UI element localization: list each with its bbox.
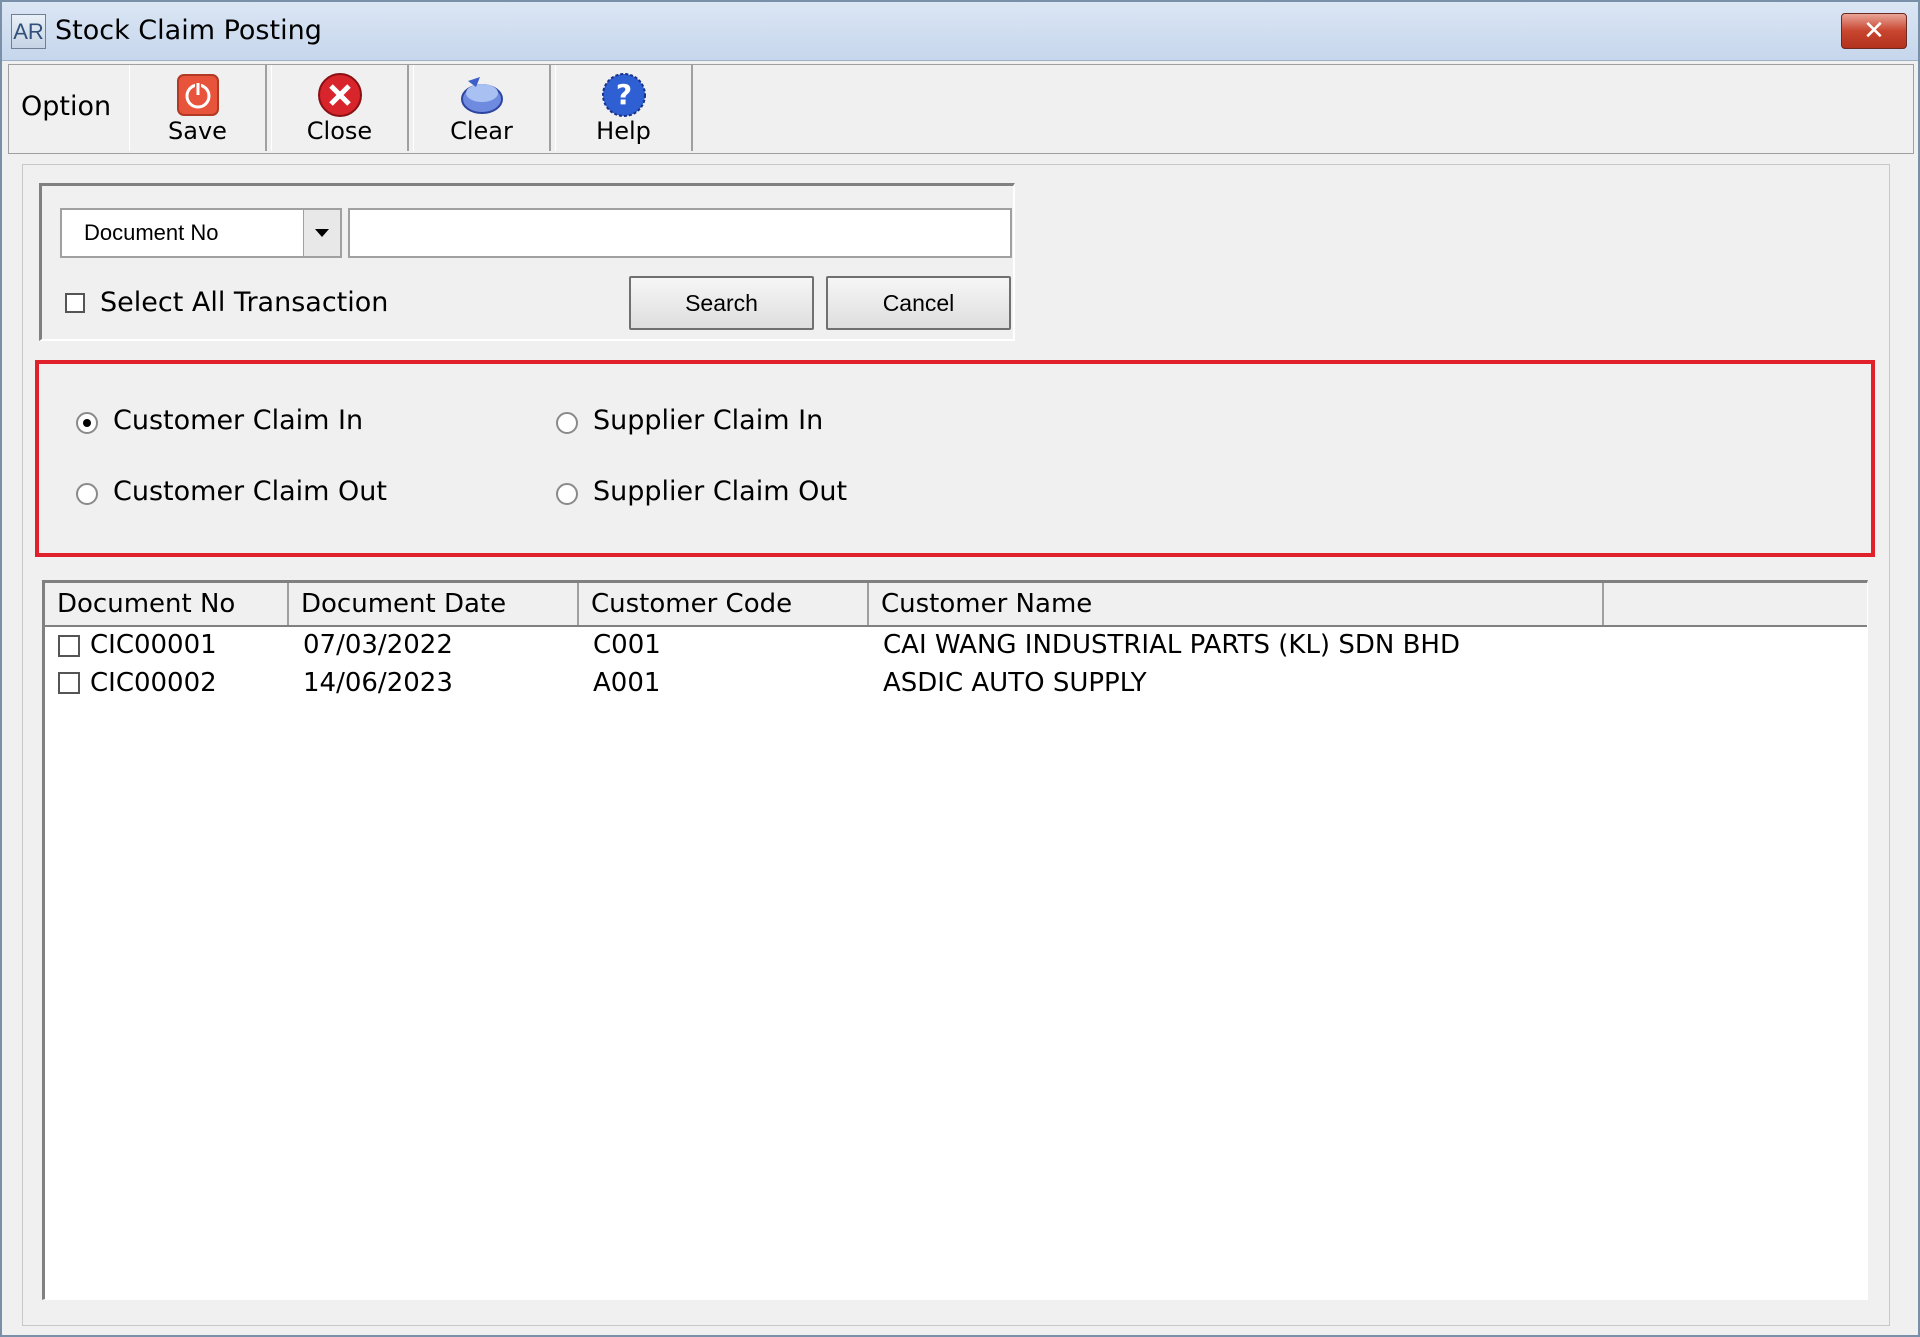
table-cell-customer-name[interactable]: ASDIC AUTO SUPPLY bbox=[883, 668, 1147, 698]
close-circle-icon bbox=[317, 73, 362, 117]
help-button-label: Help bbox=[596, 117, 651, 145]
save-button[interactable]: Save bbox=[129, 65, 267, 151]
row-checkbox[interactable] bbox=[58, 672, 80, 694]
clear-button-label: Clear bbox=[450, 117, 513, 145]
window-close-button[interactable]: ✕ bbox=[1841, 13, 1907, 49]
table-cell-customer-code[interactable]: A001 bbox=[593, 668, 660, 698]
claim-type-group bbox=[35, 360, 1875, 557]
radio-supplier-claim-in[interactable] bbox=[556, 412, 578, 434]
radio-supplier-claim-in-label: Supplier Claim In bbox=[593, 405, 824, 436]
svg-text:?: ? bbox=[615, 78, 631, 111]
save-button-label: Save bbox=[168, 117, 227, 145]
radio-supplier-claim-out-label: Supplier Claim Out bbox=[593, 476, 848, 507]
select-all-label: Select All Transaction bbox=[100, 287, 389, 318]
power-icon bbox=[176, 74, 219, 116]
column-header-customer-name[interactable]: Customer Name bbox=[869, 583, 1604, 625]
radio-customer-claim-in[interactable] bbox=[76, 412, 98, 434]
window-title: Stock Claim Posting bbox=[55, 15, 322, 46]
column-header-document-date[interactable]: Document Date bbox=[289, 583, 579, 625]
clear-icon bbox=[460, 77, 503, 114]
table-cell-document-date[interactable]: 07/03/2022 bbox=[303, 630, 453, 660]
table-cell-customer-code[interactable]: C001 bbox=[593, 630, 661, 660]
transaction-grid[interactable]: Document No Document Date Customer Code … bbox=[42, 580, 1868, 1300]
column-header-document-no[interactable]: Document No bbox=[45, 583, 289, 625]
table-cell-document-no[interactable]: CIC00002 bbox=[90, 668, 217, 698]
app-icon: AR bbox=[11, 14, 46, 49]
radio-customer-claim-out[interactable] bbox=[76, 483, 98, 505]
close-button[interactable]: Close bbox=[271, 65, 409, 151]
radio-supplier-claim-out[interactable] bbox=[556, 483, 578, 505]
stock-claim-posting-window: AR Stock Claim Posting ✕ Option Save Clo… bbox=[0, 0, 1920, 1337]
radio-customer-claim-in-label: Customer Claim In bbox=[113, 405, 364, 436]
chevron-down-icon[interactable] bbox=[303, 210, 340, 256]
toolbar: Option Save Close Clear ? Help bbox=[8, 64, 1914, 154]
search-field-selected: Document No bbox=[84, 220, 219, 245]
search-field-dropdown[interactable]: Document No bbox=[60, 208, 342, 258]
cancel-button[interactable]: Cancel bbox=[826, 276, 1011, 330]
table-cell-document-date[interactable]: 14/06/2023 bbox=[303, 668, 453, 698]
help-button[interactable]: ? Help bbox=[555, 65, 693, 151]
clear-button[interactable]: Clear bbox=[413, 65, 551, 151]
search-input[interactable] bbox=[348, 208, 1012, 258]
table-cell-document-no[interactable]: CIC00001 bbox=[90, 630, 217, 660]
toolbar-option-label: Option bbox=[21, 91, 112, 122]
column-header-customer-code[interactable]: Customer Code bbox=[579, 583, 869, 625]
title-bar: AR Stock Claim Posting ✕ bbox=[2, 2, 1918, 61]
select-all-checkbox[interactable] bbox=[65, 293, 85, 313]
close-button-label: Close bbox=[306, 117, 373, 145]
row-checkbox[interactable] bbox=[58, 635, 80, 657]
grid-header: Document No Document Date Customer Code … bbox=[45, 583, 1867, 627]
radio-customer-claim-out-label: Customer Claim Out bbox=[113, 476, 387, 507]
column-header-empty bbox=[1604, 583, 1867, 625]
table-cell-customer-name[interactable]: CAI WANG INDUSTRIAL PARTS (KL) SDN BHD bbox=[883, 630, 1460, 660]
search-button[interactable]: Search bbox=[629, 276, 814, 330]
help-icon: ? bbox=[601, 73, 646, 117]
